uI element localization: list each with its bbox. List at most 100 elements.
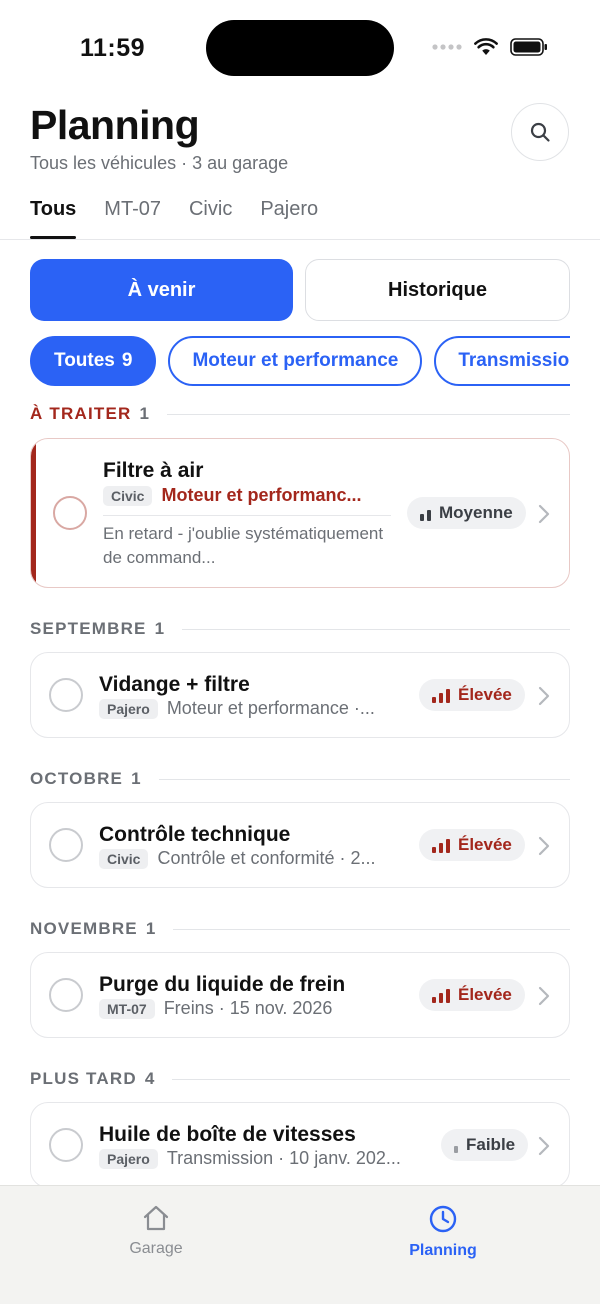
priority-label: Élevée <box>458 685 512 704</box>
dynamic-island <box>206 20 394 76</box>
section-count: 1 <box>139 404 149 423</box>
priority-bars-icon <box>420 505 431 521</box>
section-header-september: SEPTEMBRE 1 <box>30 619 570 639</box>
task-title: Filtre à air <box>103 459 204 482</box>
section-count: 1 <box>154 619 165 638</box>
chevron-right-icon <box>538 686 550 706</box>
task-card-brake-fluid[interactable]: Purge du liquide de frein MT-07 Freins ·… <box>30 952 570 1038</box>
chip-label: Toutes <box>54 350 115 371</box>
chevron-right-icon <box>538 1136 550 1156</box>
search-icon <box>530 122 550 142</box>
priority-label: Élevée <box>458 985 512 1004</box>
priority-bars-icon <box>432 837 450 853</box>
clock-icon <box>429 1205 457 1233</box>
status-time: 11:59 <box>80 34 146 62</box>
house-icon <box>143 1205 169 1231</box>
tabs-divider <box>0 239 600 240</box>
task-checkbox[interactable] <box>53 496 87 530</box>
battery-icon <box>510 38 547 56</box>
tab-civic[interactable]: Civic <box>189 198 232 240</box>
priority-badge: Faible <box>441 1129 529 1161</box>
task-checkbox[interactable] <box>49 678 83 712</box>
tab-mt07[interactable]: MT-07 <box>104 198 161 240</box>
chevron-right-icon <box>538 836 550 856</box>
status-bar: 11:59 <box>0 0 600 96</box>
tab-pajero[interactable]: Pajero <box>260 198 318 240</box>
tab-label: Garage <box>129 1240 183 1257</box>
chip-all[interactable]: Toutes 9 <box>30 336 157 386</box>
section-title: NOVEMBRE <box>30 919 138 938</box>
task-card-technical-inspection[interactable]: Contrôle technique Civic Contrôle et con… <box>30 802 570 888</box>
vehicle-badge: MT-07 <box>99 998 155 1019</box>
task-meta: Pajero Transmission · 10 janv. 202... <box>99 1148 429 1169</box>
section-title: OCTOBRE <box>30 769 124 788</box>
task-checkbox[interactable] <box>49 828 83 862</box>
section-title: À TRAITER <box>30 404 132 423</box>
status-icons <box>432 38 548 56</box>
section-header-october: OCTOBRE 1 <box>30 769 570 789</box>
task-card-air-filter[interactable]: Filtre à air Civic Moteur et performanc.… <box>30 438 570 588</box>
tab-bar: Garage Planning <box>0 1185 600 1304</box>
section-divider <box>166 413 570 415</box>
vehicle-badge: Civic <box>99 848 149 869</box>
task-meta: Civic Contrôle et conformité · 2... <box>99 848 409 869</box>
section-header-november: NOVEMBRE 1 <box>30 919 570 939</box>
vehicle-tabs: Tous MT-07 Civic Pajero <box>30 198 318 240</box>
section-title: PLUS TARD <box>30 1069 137 1088</box>
priority-badge: Élevée <box>419 679 525 711</box>
priority-bars-icon <box>432 987 450 1003</box>
segmented-control: À venir Historique <box>30 259 570 321</box>
history-button[interactable]: Historique <box>305 259 570 321</box>
section-divider <box>158 778 570 780</box>
vehicle-badge: Pajero <box>99 698 158 719</box>
task-checkbox[interactable] <box>49 978 83 1012</box>
chevron-right-icon <box>538 986 550 1006</box>
vehicle-badge: Civic <box>103 485 153 506</box>
priority-badge: Moyenne <box>407 497 526 529</box>
section-count: 4 <box>144 1069 155 1088</box>
tab-all[interactable]: Tous <box>30 198 77 240</box>
overdue-accent-bar <box>31 439 36 587</box>
section-divider <box>172 1078 570 1080</box>
task-card-oil-change[interactable]: Vidange + filtre Pajero Moteur et perfor… <box>30 652 570 738</box>
task-title: Contrôle technique <box>99 823 291 846</box>
task-title: Purge du liquide de frein <box>99 973 346 996</box>
task-category-date: Freins · 15 nov. 2026 <box>163 998 333 1018</box>
tab-label: Planning <box>409 1242 477 1259</box>
section-count: 1 <box>145 919 156 938</box>
search-button[interactable] <box>511 103 569 161</box>
upcoming-button[interactable]: À venir <box>30 259 293 321</box>
task-card-gearbox-oil[interactable]: Huile de boîte de vitesses Pajero Transm… <box>30 1102 570 1188</box>
priority-label: Élevée <box>458 835 512 854</box>
task-checkbox[interactable] <box>49 1128 83 1162</box>
chevron-right-icon <box>538 504 550 524</box>
task-note: En retard - j'oublie systématiquement de… <box>103 524 384 567</box>
category-filter: Toutes 9 Moteur et performance Transmiss… <box>30 336 570 388</box>
section-header-later: PLUS TARD 4 <box>30 1069 570 1089</box>
chip-label: Transmission <box>458 350 570 371</box>
chip-engine-performance[interactable]: Moteur et performance <box>168 336 423 386</box>
tab-planning[interactable]: Planning <box>363 1204 523 1260</box>
section-header-overdue: À TRAITER 1 <box>30 404 570 424</box>
section-divider <box>173 928 570 930</box>
page-title: Planning <box>30 102 200 148</box>
chip-transmission[interactable]: Transmission <box>434 336 570 386</box>
tab-garage[interactable]: Garage <box>76 1204 236 1258</box>
task-category-date: Moteur et performance ·... <box>166 698 375 718</box>
page-subtitle: Tous les véhicules · 3 au garage <box>30 153 289 173</box>
wifi-icon <box>474 38 498 55</box>
priority-badge: Élevée <box>419 979 525 1011</box>
task-category: Moteur et performanc... <box>161 485 362 505</box>
cellular-signal-icon <box>432 44 462 50</box>
priority-bars-icon <box>432 687 450 703</box>
section-title: SEPTEMBRE <box>30 619 147 638</box>
task-meta: MT-07 Freins · 15 nov. 2026 <box>99 998 409 1019</box>
priority-bars-icon <box>454 1137 458 1153</box>
task-title: Huile de boîte de vitesses <box>99 1123 356 1146</box>
vehicle-badge: Pajero <box>99 1148 158 1169</box>
section-count: 1 <box>131 769 141 788</box>
note-divider <box>103 515 391 516</box>
section-divider <box>182 628 570 630</box>
priority-badge: Élevée <box>419 829 525 861</box>
task-meta: Civic Moteur et performanc... <box>103 485 393 506</box>
